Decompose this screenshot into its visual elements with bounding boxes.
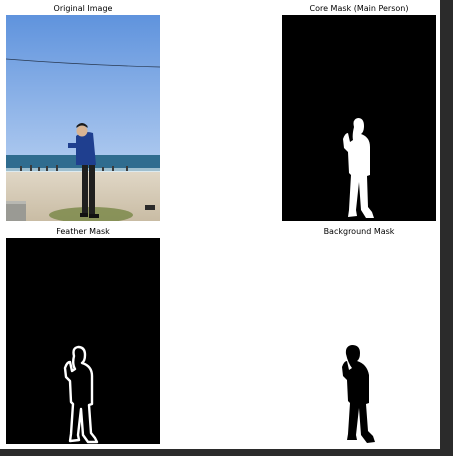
panel-title-original: Original Image — [53, 4, 113, 13]
feather-mask-image — [6, 238, 160, 444]
core-silhouette — [343, 118, 374, 218]
panel-title-feather-mask: Feather Mask — [56, 227, 110, 236]
panel-title-background-mask: Background Mask — [323, 227, 395, 236]
background-silhouette — [342, 345, 375, 443]
feather-outline — [63, 345, 99, 444]
background-mask-image — [282, 238, 436, 444]
original-image — [6, 15, 160, 221]
panel-title-core-mask: Core Mask (Main Person) — [309, 4, 409, 13]
core-mask-image — [282, 15, 436, 221]
figure-canvas: Original Image Core Mask (Main Person) F… — [0, 0, 440, 449]
